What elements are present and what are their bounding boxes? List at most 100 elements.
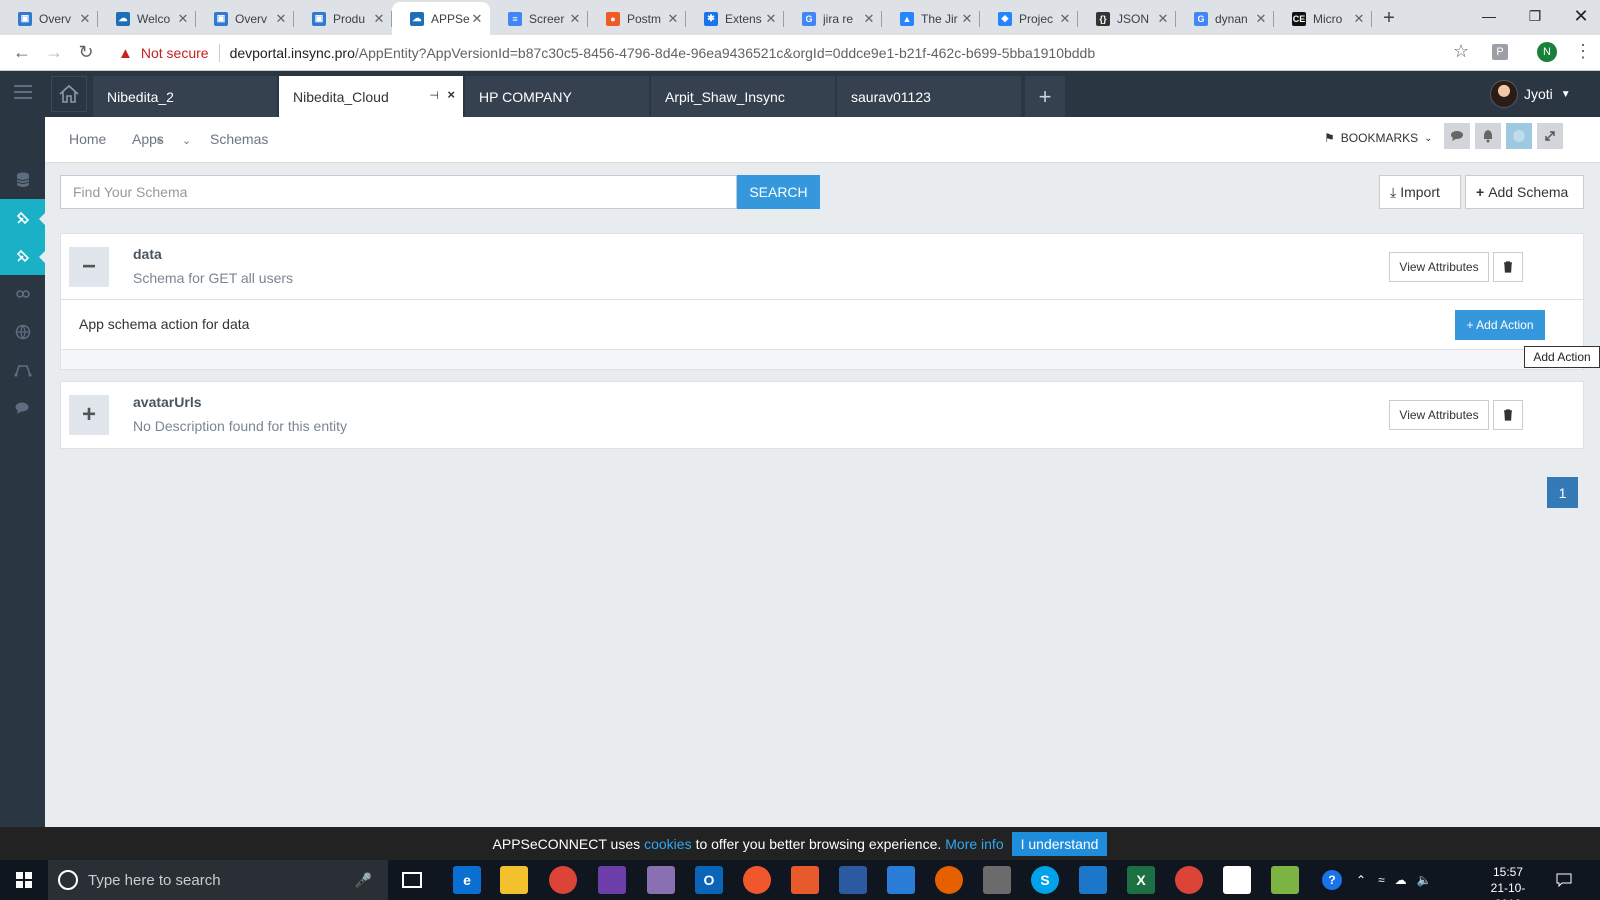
accept-cookies-button[interactable]: I understand bbox=[1011, 831, 1108, 856]
close-icon[interactable]: ✕ bbox=[764, 11, 778, 27]
chrome-menu-icon[interactable]: ⋮ bbox=[1574, 41, 1592, 62]
profile-avatar[interactable]: N bbox=[1537, 42, 1557, 62]
windows-start-icon[interactable] bbox=[0, 860, 48, 900]
close-icon[interactable]: ✕ bbox=[960, 11, 974, 27]
notification-icon[interactable] bbox=[1556, 860, 1572, 900]
link-icon[interactable] bbox=[0, 275, 45, 313]
flow-icon[interactable] bbox=[0, 351, 45, 389]
search-button[interactable]: SEARCH bbox=[737, 175, 820, 209]
task-view-icon[interactable] bbox=[402, 872, 422, 888]
globe-icon[interactable] bbox=[0, 313, 45, 351]
add-schema-button[interactable]: + Add Schema bbox=[1465, 175, 1584, 209]
database-icon[interactable] bbox=[983, 866, 1011, 894]
schema-name[interactable]: data bbox=[133, 246, 162, 262]
browser-tab[interactable]: ✱ Extens ✕ bbox=[686, 2, 784, 35]
close-icon[interactable]: ✕ bbox=[78, 11, 92, 27]
app-icon[interactable] bbox=[647, 866, 675, 894]
chrome-icon[interactable] bbox=[1175, 866, 1203, 894]
file-explorer-icon[interactable] bbox=[500, 866, 528, 894]
wifi-icon[interactable]: ≈ bbox=[1378, 873, 1385, 887]
chevron-down-icon[interactable]: ⌄ bbox=[182, 134, 191, 147]
workspace-tab[interactable]: Nibedita_2 bbox=[93, 76, 277, 117]
chat-icon[interactable] bbox=[0, 389, 45, 427]
close-window-button[interactable]: ✕ bbox=[1558, 0, 1600, 32]
not-secure-label[interactable]: Not secure bbox=[141, 45, 209, 61]
new-tab-button[interactable]: + bbox=[1372, 2, 1406, 35]
close-icon[interactable]: ✕ bbox=[862, 11, 876, 27]
message-icon[interactable] bbox=[1444, 123, 1470, 149]
close-icon[interactable]: ✕ bbox=[1058, 11, 1072, 27]
browser-tab[interactable]: ● Postm ✕ bbox=[588, 2, 686, 35]
edge-icon[interactable]: e bbox=[453, 866, 481, 894]
firefox-icon[interactable] bbox=[935, 866, 963, 894]
close-icon[interactable]: ✕ bbox=[372, 11, 386, 27]
onedrive-icon[interactable]: ☁ bbox=[1395, 873, 1407, 887]
sidebar-item-apps[interactable] bbox=[0, 199, 45, 237]
fullscreen-icon[interactable] bbox=[1537, 123, 1563, 149]
browser-tab[interactable]: ≡ Screer ✕ bbox=[490, 2, 588, 35]
bookmark-star-icon[interactable]: ☆ bbox=[1453, 41, 1469, 62]
collapse-button[interactable]: − bbox=[69, 247, 109, 287]
workspace-tab[interactable]: Arpit_Shaw_Insync bbox=[651, 76, 835, 117]
help-icon[interactable]: ? bbox=[1322, 870, 1342, 890]
browser-tab[interactable]: Gjira re ✕ bbox=[784, 2, 882, 35]
chart-icon[interactable] bbox=[1271, 866, 1299, 894]
chart-icon[interactable] bbox=[887, 866, 915, 894]
bell-icon[interactable] bbox=[1475, 123, 1501, 149]
bookmarks-dropdown[interactable]: ⚑ BOOKMARKS ⌄ bbox=[1324, 131, 1433, 145]
extension-icon[interactable]: P bbox=[1492, 44, 1508, 60]
browser-tab[interactable]: ▣ Produ ✕ bbox=[294, 2, 392, 35]
close-icon[interactable]: ✕ bbox=[666, 11, 680, 27]
omnibox[interactable]: ▲ Not secure devportal.insync.pro/AppEnt… bbox=[104, 38, 1474, 68]
maximize-button[interactable]: ❐ bbox=[1512, 0, 1558, 32]
back-icon[interactable]: ← bbox=[6, 42, 38, 63]
status-icon[interactable] bbox=[1506, 123, 1532, 149]
workspace-tab[interactable]: saurav01123 bbox=[837, 76, 1021, 117]
user-menu[interactable]: Jyoti ▼ bbox=[1490, 80, 1571, 108]
taskbar-search[interactable]: Type here to search 🎤 bbox=[48, 860, 388, 900]
notes-icon[interactable] bbox=[1223, 866, 1251, 894]
forward-icon[interactable]: → bbox=[38, 42, 70, 63]
excel-icon[interactable]: X bbox=[1127, 866, 1155, 894]
delete-button[interactable] bbox=[1493, 400, 1523, 430]
browser-tab[interactable]: ☁ Welco ✕ bbox=[98, 2, 196, 35]
close-icon[interactable]: ✕ bbox=[1156, 11, 1170, 27]
view-attributes-button[interactable]: View Attributes bbox=[1389, 252, 1489, 282]
postman-icon[interactable] bbox=[743, 866, 771, 894]
breadcrumb-apps[interactable]: Apps bbox=[132, 131, 164, 147]
view-attributes-button[interactable]: View Attributes bbox=[1389, 400, 1489, 430]
browser-tab[interactable]: ▲ The Jir ✕ bbox=[882, 2, 980, 35]
browser-tab[interactable]: CE Micro ✕ bbox=[1274, 2, 1372, 35]
cloud-icon[interactable] bbox=[1079, 866, 1107, 894]
add-action-button[interactable]: + Add Action bbox=[1455, 310, 1545, 340]
clock[interactable]: 15:57 21-10-2019 bbox=[1478, 864, 1538, 900]
cookies-link[interactable]: cookies bbox=[644, 836, 691, 852]
delete-button[interactable] bbox=[1493, 252, 1523, 282]
search-input[interactable] bbox=[60, 175, 737, 209]
volume-icon[interactable]: 🔈 bbox=[1417, 873, 1432, 887]
schema-name[interactable]: avatarUrls bbox=[133, 394, 202, 410]
visual-studio-icon[interactable] bbox=[598, 866, 626, 894]
close-icon[interactable]: ✕ bbox=[176, 11, 190, 27]
pagination-page[interactable]: 1 bbox=[1547, 477, 1578, 508]
close-icon[interactable]: ✕ bbox=[1352, 11, 1366, 27]
minimize-button[interactable]: — bbox=[1466, 0, 1512, 32]
hamburger-icon[interactable] bbox=[14, 85, 32, 99]
close-icon[interactable]: ✕ bbox=[1254, 11, 1268, 27]
chart-icon[interactable] bbox=[839, 866, 867, 894]
breadcrumb-schemas[interactable]: Schemas bbox=[210, 131, 268, 147]
browser-tab[interactable]: ◆ Projec ✕ bbox=[980, 2, 1078, 35]
more-info-link[interactable]: More info bbox=[945, 836, 1003, 852]
microphone-icon[interactable]: 🎤 bbox=[355, 872, 372, 889]
close-icon[interactable]: ✕ bbox=[274, 11, 288, 27]
browser-tab[interactable]: Gdynan ✕ bbox=[1176, 2, 1274, 35]
workspace-tab-active[interactable]: Nibedita_Cloud ⊣ × bbox=[279, 76, 463, 117]
expand-button[interactable]: + bbox=[69, 395, 109, 435]
close-icon[interactable]: ✕ bbox=[470, 11, 484, 27]
browser-tab[interactable]: ▣ Overv ✕ bbox=[0, 2, 98, 35]
workspace-tab[interactable]: HP COMPANY bbox=[465, 76, 649, 117]
browser-tab[interactable]: ▣ Overv ✕ bbox=[196, 2, 294, 35]
app-icon[interactable] bbox=[791, 866, 819, 894]
home-icon[interactable] bbox=[51, 76, 87, 112]
close-icon[interactable]: ✕ bbox=[568, 11, 582, 27]
